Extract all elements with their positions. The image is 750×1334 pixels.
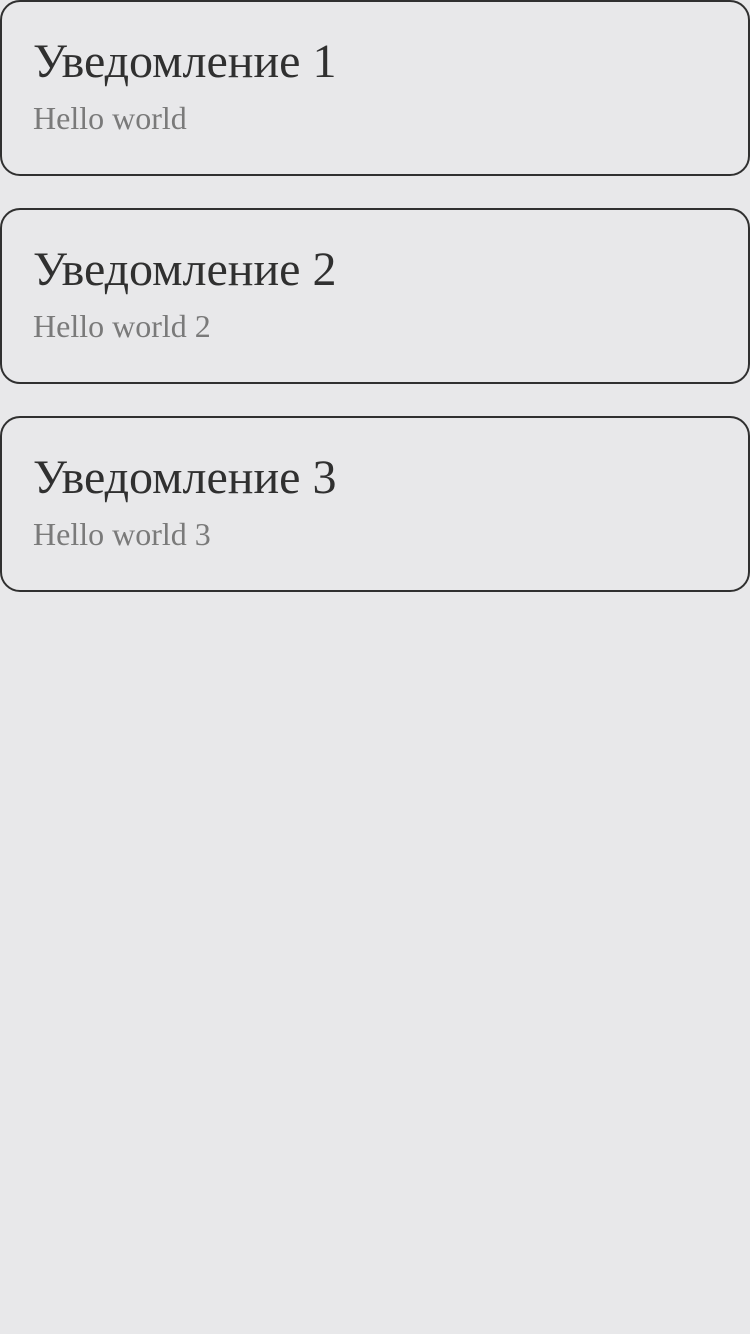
notification-text: Hello world 3 xyxy=(33,516,211,552)
notification-title: Уведомление 2 xyxy=(33,243,337,296)
notification-text: Hello world 2 xyxy=(33,308,211,344)
notification-list: Уведомление 1 Hello world Уведомление 2 … xyxy=(0,0,750,1334)
notification-card[interactable]: Уведомление 3 Hello world 3 xyxy=(0,416,750,592)
notification-card[interactable]: Уведомление 1 Hello world xyxy=(0,0,750,176)
notification-title: Уведомление 3 xyxy=(33,451,337,504)
notification-text: Hello world xyxy=(33,100,187,136)
notification-title: Уведомление 1 xyxy=(33,35,337,88)
notification-card[interactable]: Уведомление 2 Hello world 2 xyxy=(0,208,750,384)
